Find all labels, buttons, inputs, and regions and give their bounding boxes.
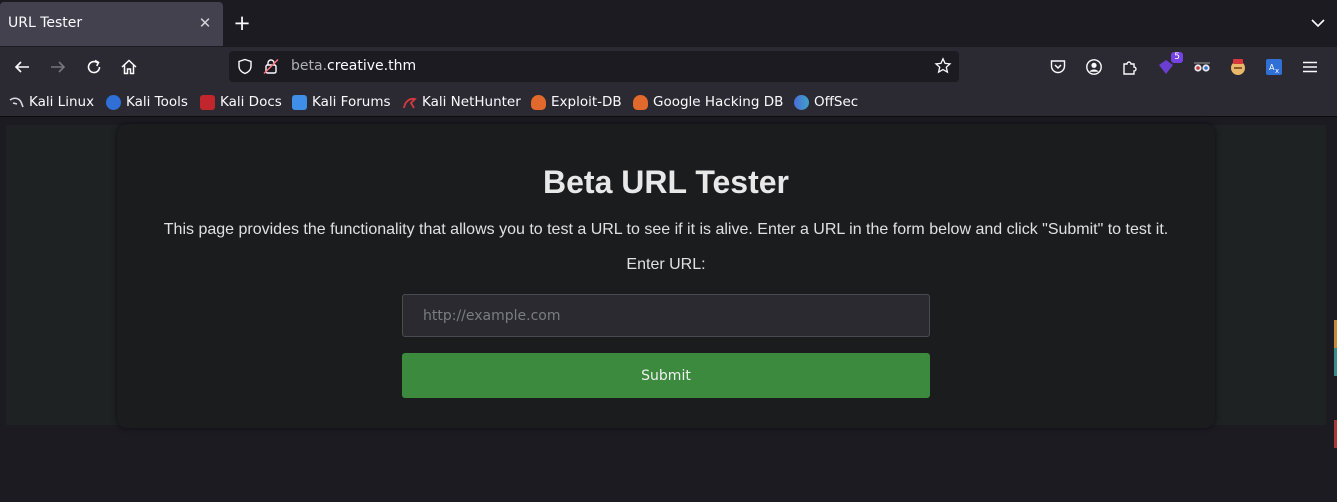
kali-dragon-icon bbox=[9, 95, 24, 110]
new-tab-button[interactable]: + bbox=[232, 12, 252, 34]
tab-url-tester[interactable]: URL Tester ✕ bbox=[0, 2, 223, 46]
bookmark-label: Kali Docs bbox=[220, 94, 282, 110]
bookmark-label: Kali Linux bbox=[29, 94, 95, 110]
bookmark-google-hacking-db[interactable]: Google Hacking DB bbox=[633, 93, 783, 111]
extensions-puzzle-icon[interactable] bbox=[1119, 56, 1141, 78]
svg-text:x: x bbox=[1275, 67, 1279, 75]
submit-button[interactable]: Submit bbox=[402, 353, 930, 398]
pocket-icon[interactable] bbox=[1047, 56, 1069, 78]
bookmark-exploit-db[interactable]: Exploit-DB bbox=[531, 93, 622, 111]
kali-forums-icon bbox=[292, 94, 307, 110]
extension-purple-icon[interactable]: 5 bbox=[1155, 52, 1183, 78]
bookmark-kali-tools[interactable]: Kali Tools bbox=[106, 93, 188, 111]
bookmark-label: Exploit-DB bbox=[551, 94, 622, 110]
page-description: This page provides the functionality tha… bbox=[163, 221, 1169, 238]
page-viewport: Beta URL Tester This page provides the f… bbox=[0, 117, 1337, 502]
back-arrow-icon[interactable] bbox=[11, 56, 33, 78]
url-input[interactable] bbox=[402, 294, 930, 337]
kali-docs-icon bbox=[200, 94, 215, 110]
navigation-toolbar: beta.creative.thm 5 Ax bbox=[0, 47, 1337, 87]
account-icon[interactable] bbox=[1083, 56, 1105, 78]
exploit-db-icon bbox=[531, 94, 546, 110]
url-subdomain: beta. bbox=[291, 58, 328, 74]
bookmark-offsec[interactable]: OffSec bbox=[794, 93, 858, 111]
bookmark-kali-forums[interactable]: Kali Forums bbox=[292, 93, 391, 111]
bookmark-kali-linux[interactable]: Kali Linux bbox=[9, 93, 94, 111]
reload-icon[interactable] bbox=[83, 56, 105, 78]
kali-tools-icon bbox=[106, 94, 121, 110]
bookmarks-toolbar: Kali Linux Kali Tools Kali Docs Kali For… bbox=[0, 87, 1337, 117]
url-input-label: Enter URL: bbox=[626, 256, 706, 273]
extension-badge: 5 bbox=[1171, 52, 1183, 63]
page-title: Beta URL Tester bbox=[543, 164, 789, 200]
bookmark-kali-docs[interactable]: Kali Docs bbox=[200, 93, 282, 111]
hamburger-menu-icon[interactable] bbox=[1299, 56, 1321, 78]
url-text[interactable]: beta.creative.thm bbox=[291, 58, 416, 74]
translate-icon[interactable]: Ax bbox=[1263, 56, 1285, 78]
url-host: creative.thm bbox=[327, 58, 417, 74]
chevron-down-icon[interactable] bbox=[1309, 14, 1327, 32]
bookmark-label: OffSec bbox=[814, 94, 859, 110]
bookmark-kali-nethunter[interactable]: Kali NetHunter bbox=[402, 93, 521, 111]
forward-arrow-icon[interactable] bbox=[47, 56, 69, 78]
ghdb-icon bbox=[633, 94, 648, 110]
tab-strip: URL Tester ✕ + bbox=[0, 0, 1337, 47]
bookmark-label: Google Hacking DB bbox=[653, 94, 784, 110]
tab-close-icon[interactable]: ✕ bbox=[197, 14, 213, 32]
kali-nethunter-icon bbox=[402, 95, 417, 110]
extension-cookie-icon[interactable] bbox=[1227, 56, 1249, 78]
address-bar[interactable]: beta.creative.thm bbox=[229, 51, 959, 82]
bookmark-star-icon[interactable] bbox=[934, 57, 952, 79]
bookmark-label: Kali Tools bbox=[126, 94, 188, 110]
tab-title: URL Tester bbox=[8, 15, 83, 31]
bookmark-label: Kali Forums bbox=[312, 94, 391, 110]
shield-icon[interactable] bbox=[237, 58, 253, 79]
home-icon[interactable] bbox=[118, 56, 140, 78]
bookmark-label: Kali NetHunter bbox=[422, 94, 521, 110]
insecure-lock-icon[interactable] bbox=[263, 58, 279, 79]
url-tester-card: Beta URL Tester This page provides the f… bbox=[117, 124, 1215, 428]
extension-glasses-icon[interactable] bbox=[1191, 56, 1213, 78]
offsec-icon bbox=[794, 94, 809, 110]
